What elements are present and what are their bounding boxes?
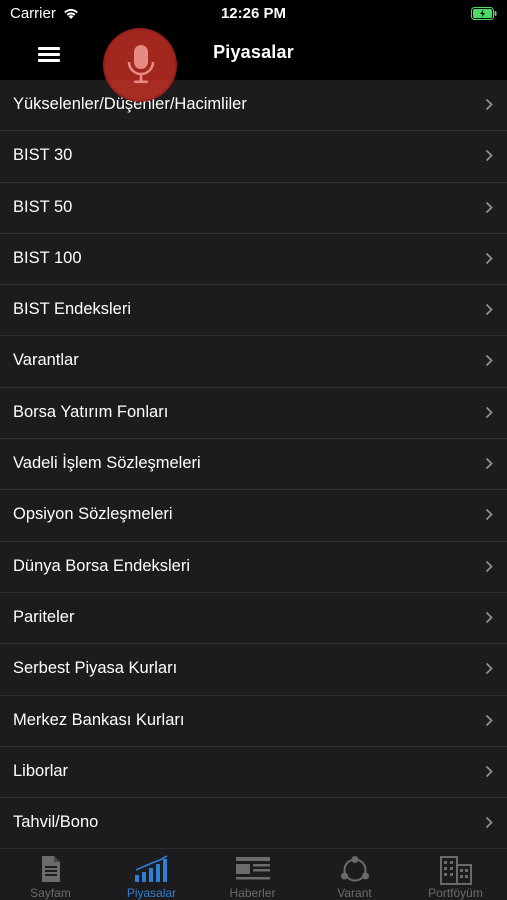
tab-label: Portföyüm: [428, 886, 483, 900]
chevron-right-icon: [485, 509, 493, 521]
list-item-label: Liborlar: [13, 761, 69, 780]
page-title: Piyasalar: [213, 42, 294, 62]
list-item[interactable]: Tahvil/Bono: [0, 798, 507, 848]
microphone-icon: [127, 45, 155, 84]
clock: 12:26 PM: [220, 5, 287, 22]
tab-varant[interactable]: Varant: [304, 849, 405, 900]
list-item-label: Tahvil/Bono: [13, 813, 99, 832]
tab-bar: Sayfam Piyasalar Haberler Varant Portföy…: [0, 848, 507, 900]
tab-piyasalar[interactable]: Piyasalar: [101, 849, 202, 900]
chevron-right-icon: [485, 150, 493, 162]
chevron-right-icon: [485, 560, 493, 572]
chevron-right-icon: [485, 355, 493, 367]
list-item[interactable]: Vadeli İşlem Sözleşmeleri: [0, 439, 507, 491]
news-icon: [235, 857, 270, 880]
market-list: Yükselenler/Düşenler/Hacimliler BIST 30 BI…: [0, 80, 507, 848]
tab-haberler[interactable]: Haberler: [202, 849, 303, 900]
list-item[interactable]: BIST 30: [0, 131, 507, 183]
list-item[interactable]: Liborlar: [0, 747, 507, 799]
list-item-label: Opsiyon Sözleşmeleri: [13, 505, 173, 524]
chevron-right-icon: [485, 714, 493, 726]
list-item-label: BIST Endeksleri: [13, 300, 131, 319]
list-item-label: Merkez Bankası Kurları: [13, 710, 185, 729]
list-item-label: Dünya Borsa Endeksleri: [13, 556, 191, 575]
chevron-right-icon: [485, 457, 493, 470]
tab-label: Piyasalar: [126, 886, 177, 900]
list-item[interactable]: Yükselenler/Düşenler/Hacimliler: [0, 80, 507, 132]
tab-label: Haberler: [229, 886, 276, 900]
list-item[interactable]: Borsa Yatırım Fonları: [0, 388, 507, 440]
list-item[interactable]: Dünya Borsa Endeksleri: [0, 542, 507, 593]
status-bar: Carrier 12:26 PM: [0, 0, 507, 28]
chevron-right-icon: [485, 304, 493, 316]
battery-icon: [471, 7, 497, 20]
list-item[interactable]: Opsiyon Sözleşmeleri: [0, 490, 507, 542]
list-item[interactable]: Serbest Piyasa Kurları: [0, 644, 507, 696]
chevron-right-icon: [485, 98, 493, 111]
chevron-right-icon: [485, 406, 493, 418]
list-item[interactable]: Merkez Bankası Kurları: [0, 696, 507, 747]
buildings-icon: [439, 856, 472, 885]
list-item-label: Varantlar: [13, 351, 79, 370]
list-item-label: Borsa Yatırım Fonları: [13, 402, 169, 421]
list-item[interactable]: BIST 50: [0, 183, 507, 234]
chevron-right-icon: [485, 765, 493, 777]
list-item[interactable]: BIST 100: [0, 234, 507, 286]
voice-search-button[interactable]: [103, 28, 177, 102]
tab-sayfam[interactable]: Sayfam: [0, 849, 101, 900]
list-item-label: BIST 100: [13, 248, 82, 267]
list-item[interactable]: Pariteler: [0, 593, 507, 645]
tab-label: Sayfam: [30, 886, 71, 900]
chevron-right-icon: [485, 201, 493, 213]
tab-label: Varant: [337, 886, 372, 900]
list-item-label: Vadeli İşlem Sözleşmeleri: [13, 454, 201, 473]
list-item[interactable]: Varantlar: [0, 336, 507, 388]
chevron-right-icon: [485, 611, 493, 624]
list-item[interactable]: BIST Endeksleri: [0, 285, 507, 337]
chevron-right-icon: [485, 817, 493, 829]
document-icon: [41, 856, 60, 882]
tab-portfoyum[interactable]: Portföyüm: [405, 849, 506, 900]
chevron-right-icon: [485, 252, 493, 265]
navigation-bar: Piyasalar: [0, 28, 507, 80]
share-icon: [340, 856, 369, 882]
list-item-label: Serbest Piyasa Kurları: [13, 659, 178, 678]
chevron-right-icon: [485, 663, 493, 675]
list-item-label: Pariteler: [13, 607, 75, 626]
list-item-label: BIST 50: [13, 197, 73, 216]
list-item-label: BIST 30: [13, 146, 73, 165]
bar-chart-icon: [134, 855, 167, 882]
